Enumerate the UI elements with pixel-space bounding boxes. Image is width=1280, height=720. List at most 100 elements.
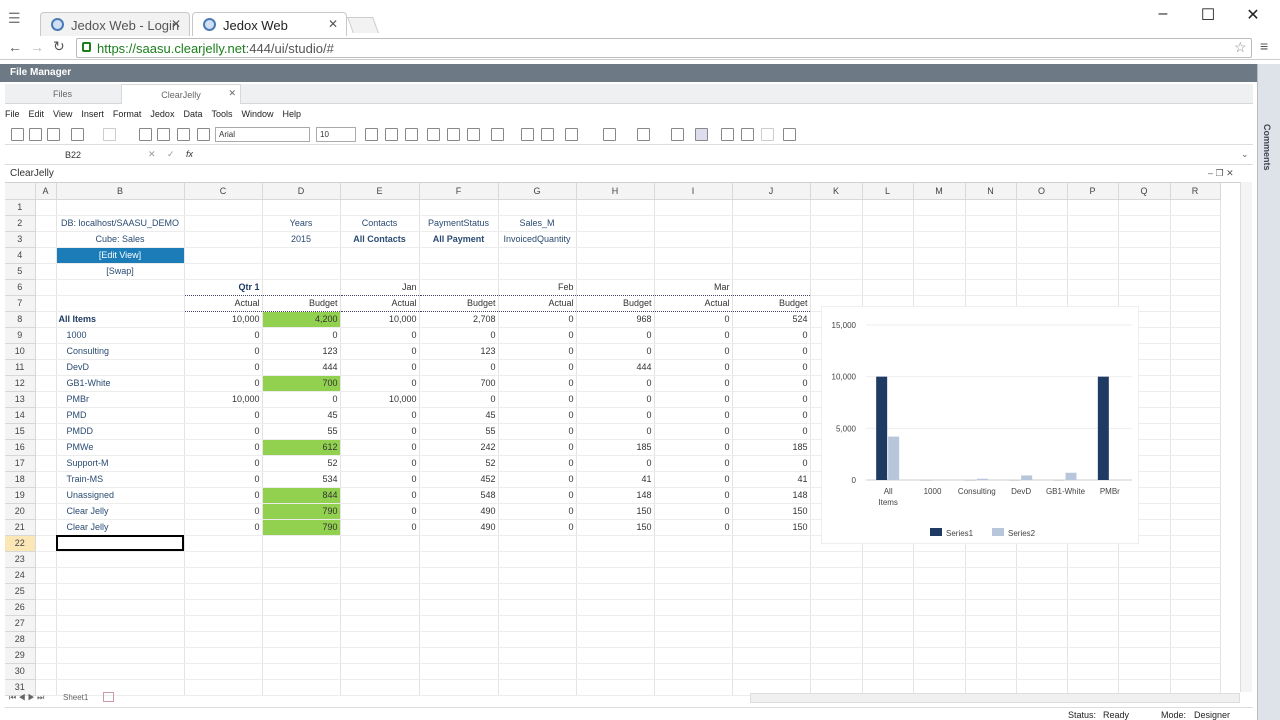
comments-panel-strip[interactable]: Comments [1257, 64, 1280, 720]
cell-g30[interactable] [498, 663, 577, 680]
cell-d26[interactable] [262, 599, 341, 616]
cell-d12[interactable]: 700 [262, 375, 341, 392]
preview-icon[interactable] [783, 128, 796, 141]
cell-d2[interactable]: Years [262, 215, 341, 232]
cell-i13[interactable]: 0 [654, 391, 733, 408]
add-sheet-icon[interactable] [103, 692, 114, 702]
cell-f4[interactable] [419, 247, 499, 264]
cell-k2[interactable] [810, 215, 863, 232]
cell-a1[interactable] [35, 199, 57, 216]
menu-format[interactable]: Format [113, 105, 142, 119]
reload-icon[interactable]: ↻ [53, 38, 65, 55]
formula-input[interactable] [203, 148, 1233, 163]
cell-r8[interactable] [1170, 311, 1221, 328]
cell-i20[interactable]: 0 [654, 503, 733, 520]
tab-files[interactable]: Files [5, 84, 120, 104]
cell-e26[interactable] [340, 599, 420, 616]
cell-g11[interactable]: 0 [498, 359, 577, 376]
cell-h1[interactable] [576, 199, 655, 216]
cell-c27[interactable] [184, 615, 263, 632]
row-header[interactable]: 24 [5, 567, 36, 584]
menu-view[interactable]: View [53, 105, 72, 119]
cell-i8[interactable]: 0 [654, 310, 733, 328]
cell-h22[interactable] [576, 535, 655, 552]
browser-menu-icon[interactable]: ☰ [8, 10, 28, 26]
cell-r6[interactable] [1170, 279, 1221, 296]
cell-k5[interactable] [810, 263, 863, 280]
cell-h3[interactable] [576, 231, 655, 248]
arrow-icon[interactable] [721, 128, 734, 141]
cell-f24[interactable] [419, 567, 499, 584]
cell-n30[interactable] [965, 663, 1017, 680]
cell-g21[interactable]: 0 [498, 519, 577, 536]
tab-clearjelly[interactable]: ClearJelly ✕ [121, 84, 241, 104]
cell-a27[interactable] [35, 615, 57, 632]
cell-g24[interactable] [498, 567, 577, 584]
cell-e4[interactable] [340, 247, 420, 264]
cell-q1[interactable] [1118, 199, 1171, 216]
cell-j15[interactable]: 0 [732, 423, 811, 440]
cell-p25[interactable] [1067, 583, 1119, 600]
corner-cell[interactable] [5, 183, 36, 200]
cell-o28[interactable] [1016, 631, 1068, 648]
cell-r1[interactable] [1170, 199, 1221, 216]
cell-m30[interactable] [913, 663, 966, 680]
cell-c2[interactable] [184, 215, 263, 232]
cell-c11[interactable]: 0 [184, 359, 263, 376]
cell-j9[interactable]: 0 [732, 327, 811, 344]
cell-f26[interactable] [419, 599, 499, 616]
cell-g13[interactable]: 0 [498, 391, 577, 408]
cell-j1[interactable] [732, 199, 811, 216]
cell-f25[interactable] [419, 583, 499, 600]
cell-e16[interactable]: 0 [340, 439, 420, 456]
cell-f23[interactable] [419, 551, 499, 568]
cut-icon[interactable] [157, 128, 170, 141]
cell-d17[interactable]: 52 [262, 455, 341, 472]
cell-p24[interactable] [1067, 567, 1119, 584]
cell-d7[interactable]: Budget [262, 295, 341, 312]
cell-r10[interactable] [1170, 343, 1221, 360]
cell-k26[interactable] [810, 599, 863, 616]
cell-i21[interactable]: 0 [654, 519, 733, 536]
cell-i26[interactable] [654, 599, 733, 616]
menu-jedox[interactable]: Jedox [150, 105, 174, 119]
row-header[interactable]: 20 [5, 503, 36, 520]
cell-a29[interactable] [35, 647, 57, 664]
cell-r7[interactable] [1170, 295, 1221, 312]
cell-r9[interactable] [1170, 327, 1221, 344]
cell-d5[interactable] [262, 263, 341, 280]
horizontal-scrollbar[interactable] [750, 693, 1240, 703]
chart-icon[interactable] [637, 128, 650, 141]
cell-b28[interactable] [56, 631, 185, 648]
cell-l25[interactable] [862, 583, 914, 600]
cell-b3[interactable]: Cube: Sales [56, 231, 185, 248]
cell-j25[interactable] [732, 583, 811, 600]
cell-g18[interactable]: 0 [498, 471, 577, 488]
cell-d25[interactable] [262, 583, 341, 600]
cell-j5[interactable] [732, 263, 811, 280]
cell-b21[interactable]: Clear Jelly [56, 519, 185, 536]
cell-p1[interactable] [1067, 199, 1119, 216]
cell-a14[interactable] [35, 407, 57, 424]
cell-p6[interactable] [1067, 279, 1119, 296]
cell-a15[interactable] [35, 423, 57, 440]
cell-c16[interactable]: 0 [184, 439, 263, 456]
cell-e7[interactable]: Actual [340, 295, 420, 312]
cell-a3[interactable] [35, 231, 57, 248]
cell-b27[interactable] [56, 615, 185, 632]
cell-q26[interactable] [1118, 599, 1171, 616]
undo-icon[interactable] [71, 128, 84, 141]
cell-q5[interactable] [1118, 263, 1171, 280]
cell-f22[interactable] [419, 535, 499, 552]
cell-e1[interactable] [340, 199, 420, 216]
cell-o1[interactable] [1016, 199, 1068, 216]
cell-f29[interactable] [419, 647, 499, 664]
maximize-icon[interactable]: ☐ [1193, 5, 1223, 25]
column-header-a[interactable]: A [35, 183, 57, 200]
confirm-icon[interactable]: ✓ [167, 149, 175, 160]
cell-j21[interactable]: 150 [732, 519, 811, 536]
cell-e18[interactable]: 0 [340, 471, 420, 488]
close-icon[interactable]: ✕ [328, 17, 338, 31]
cell-k24[interactable] [810, 567, 863, 584]
cell-o27[interactable] [1016, 615, 1068, 632]
